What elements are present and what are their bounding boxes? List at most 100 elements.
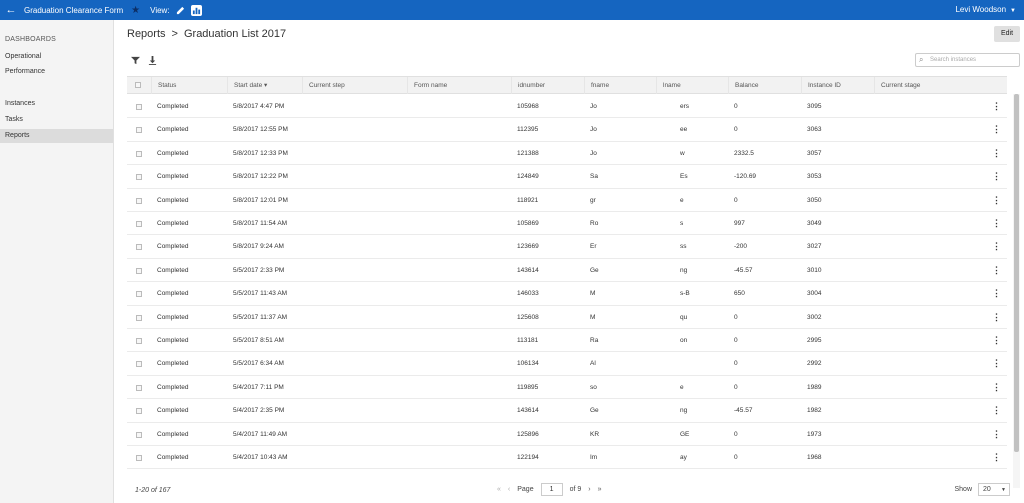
column-header-balance[interactable]: Balance (728, 77, 801, 94)
sidebar-item-operational[interactable]: Operational (0, 50, 113, 64)
first-page-icon[interactable]: « (497, 486, 501, 493)
row-checkbox[interactable] (136, 291, 142, 298)
edit-button[interactable]: Edit (994, 26, 1020, 42)
download-icon[interactable] (148, 56, 157, 67)
cell-status: Completed (157, 220, 189, 227)
row-checkbox[interactable] (136, 150, 142, 157)
row-menu-icon[interactable]: ⋮ (992, 423, 1001, 446)
table-row[interactable]: Completed 5/5/2017 8:51 AM 113181 Ra on 0 2995… (127, 329, 1007, 353)
row-menu-icon[interactable]: ⋮ (992, 352, 1001, 375)
row-checkbox[interactable] (136, 197, 142, 204)
row-checkbox[interactable] (136, 455, 142, 461)
row-checkbox[interactable] (136, 338, 142, 344)
table-row[interactable]: Completed 5/4/2017 2:35 PM 143614 Ge ng -45.5… (127, 399, 1007, 423)
row-checkbox[interactable] (136, 104, 142, 110)
page-number-input[interactable]: 1 (540, 483, 563, 496)
row-menu-icon[interactable]: ⋮ (992, 235, 1001, 258)
row-checkbox[interactable] (136, 221, 142, 227)
cell-balance: 0 (734, 313, 738, 321)
column-header-instance-id[interactable]: Instance ID (801, 77, 874, 94)
sidebar-item-tasks[interactable]: Tasks (0, 113, 113, 127)
page-size-select[interactable]: 20 ▼ (978, 483, 1010, 496)
row-checkbox[interactable] (136, 174, 142, 181)
breadcrumb: Reports > Graduation List 2017 (127, 28, 286, 40)
table-row[interactable]: Completed 5/5/2017 11:37 AM 125608 Mqu 0 3002… (127, 306, 1007, 329)
star-icon[interactable]: ★ (131, 5, 140, 16)
cell-balance: 997 (734, 220, 745, 227)
row-checkbox[interactable] (136, 431, 142, 438)
row-menu-icon[interactable]: ⋮ (992, 282, 1001, 305)
cell-instance-id: 1968 (807, 454, 822, 461)
cell-instance-id: 1973 (807, 430, 822, 438)
select-all-checkbox[interactable] (135, 82, 141, 88)
filter-icon[interactable] (131, 56, 140, 67)
column-header-fname[interactable]: fname (584, 77, 656, 94)
table-row[interactable]: Completed 5/8/2017 11:54 AM 105869 Ro s 997 30… (127, 212, 1007, 236)
table-row[interactable]: Completed 5/8/2017 12:33 PM 121388 Jo w 2332.… (127, 142, 1007, 166)
edit-pencil-icon[interactable] (175, 5, 186, 16)
row-checkbox[interactable] (136, 408, 142, 415)
table-row[interactable]: Completed 5/5/2017 2:33 PM 143614 Ge ng -45.5… (127, 259, 1007, 283)
cell-fname: Ra (590, 337, 599, 344)
row-menu-icon[interactable]: ⋮ (992, 95, 1001, 118)
table-row[interactable]: Completed 5/8/2017 9:24 AM 123669 Er ss -200 3… (127, 235, 1007, 259)
row-menu-icon[interactable]: ⋮ (992, 399, 1001, 422)
table-row[interactable]: Completed 5/8/2017 12:01 PM 118921 gr e 0 3050… (127, 189, 1007, 212)
sidebar-item-performance[interactable]: Performance (0, 65, 113, 79)
table-row[interactable]: Completed 5/4/2017 11:49 AM 125896 KR GE 0 197… (127, 423, 1007, 446)
cell-balance: -120.69 (734, 173, 757, 181)
cell-balance: 0 (734, 196, 738, 204)
table-row[interactable]: Completed 5/4/2017 7:11 PM 119895 so e 0 1989 ⋮ (127, 376, 1007, 400)
cell-instance-id: 3002 (807, 313, 822, 321)
pagination: « ‹ Page 1 of 9 › » (497, 483, 602, 496)
cell-lname: ng (680, 266, 688, 274)
report-chart-icon[interactable] (190, 4, 202, 16)
select-all-cell[interactable] (127, 77, 149, 94)
column-header-current-step[interactable]: Current step (302, 77, 407, 94)
row-menu-icon[interactable]: ⋮ (992, 446, 1001, 469)
table-row[interactable]: Completed 5/8/2017 12:55 PM 112395 Jo ee 0 306… (127, 118, 1007, 142)
row-menu-icon[interactable]: ⋮ (992, 376, 1001, 399)
row-checkbox[interactable] (136, 127, 142, 134)
table-row[interactable]: Completed 5/8/2017 12:22 PM 124849 Sa Es -120… (127, 165, 1007, 189)
row-checkbox[interactable] (136, 244, 142, 251)
back-arrow-icon[interactable]: ← (0, 0, 22, 20)
column-header-lname[interactable]: lname (656, 77, 728, 94)
column-header-current-stage[interactable]: Current stage (874, 77, 1007, 94)
cell-status: Completed (157, 126, 189, 134)
breadcrumb-reports[interactable]: Reports (127, 28, 166, 40)
row-menu-icon[interactable]: ⋮ (992, 142, 1001, 165)
row-menu-icon[interactable]: ⋮ (992, 165, 1001, 188)
scrollbar-thumb[interactable] (1014, 94, 1019, 452)
row-menu-icon[interactable]: ⋮ (992, 189, 1001, 212)
table-row[interactable]: Completed 5/8/2017 4:47 PM 105968 Jo ers 0 309… (127, 95, 1007, 119)
user-menu[interactable]: Levi Woodson ▼ (955, 0, 1016, 21)
column-header-status[interactable]: Status (151, 77, 225, 94)
show-label: Show (954, 486, 972, 493)
column-header-start-date[interactable]: Start date ▾ (227, 77, 302, 94)
sidebar-item-reports[interactable]: Reports (0, 129, 113, 143)
row-menu-icon[interactable]: ⋮ (992, 329, 1001, 352)
cell-idnumber: 113181 (517, 337, 539, 344)
last-page-icon[interactable]: » (598, 486, 602, 493)
cell-status: Completed (157, 149, 189, 157)
prev-page-icon[interactable]: ‹ (508, 486, 510, 493)
table-row[interactable]: Completed 5/5/2017 11:43 AM 146033 Ms-B 650 3… (127, 282, 1007, 306)
next-page-icon[interactable]: › (588, 486, 590, 493)
sidebar-item-instances[interactable]: Instances (0, 97, 113, 111)
search-input[interactable]: ⌕ Search instances (915, 53, 1020, 67)
row-checkbox[interactable] (136, 267, 142, 274)
row-menu-icon[interactable]: ⋮ (992, 306, 1001, 329)
row-checkbox[interactable] (136, 361, 142, 368)
table-row[interactable]: Completed 5/5/2017 6:34 AM 106134 Al 0 2992 ⋮ (127, 352, 1007, 376)
row-checkbox[interactable] (136, 314, 142, 321)
table-row[interactable]: Completed 5/4/2017 10:43 AM 122194 Im ay 0 196… (127, 446, 1007, 470)
row-checkbox[interactable] (136, 384, 142, 391)
column-header-form-name[interactable]: Form name (407, 77, 511, 94)
row-menu-icon[interactable]: ⋮ (992, 259, 1001, 282)
column-header-idnumber[interactable]: idnumber (511, 77, 584, 94)
chevron-down-icon: ▼ (1010, 8, 1016, 14)
row-menu-icon[interactable]: ⋮ (992, 212, 1001, 235)
table-scrollbar[interactable] (1013, 94, 1020, 488)
row-menu-icon[interactable]: ⋮ (992, 118, 1001, 141)
